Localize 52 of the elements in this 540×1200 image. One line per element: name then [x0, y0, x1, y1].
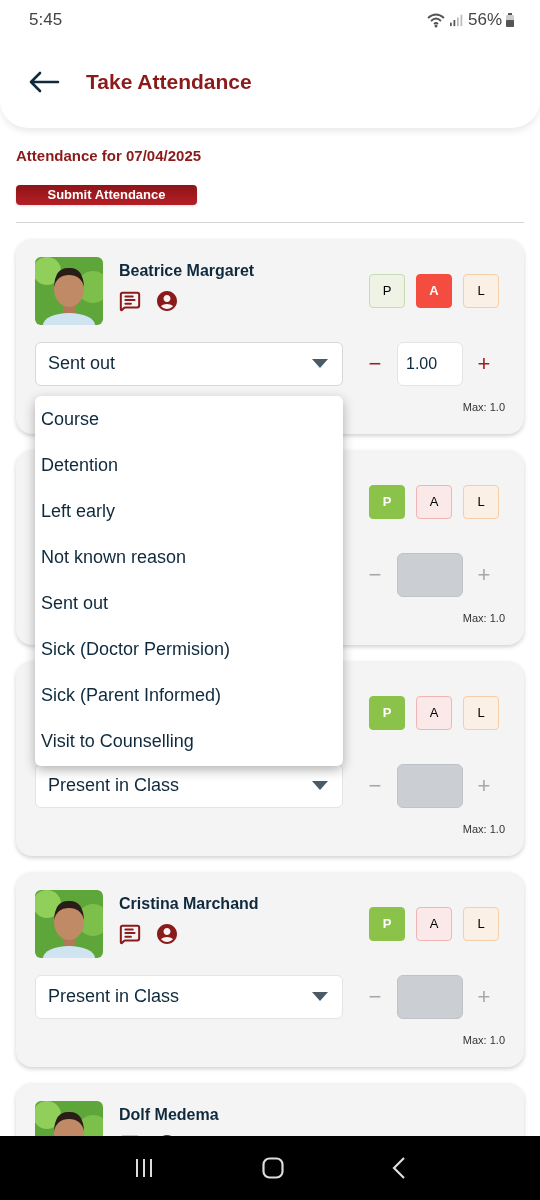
reason-option[interactable]: Detention: [35, 442, 343, 489]
reason-select[interactable]: Sent out: [35, 341, 343, 386]
amount-field[interactable]: [397, 763, 463, 808]
home-icon[interactable]: [262, 1157, 284, 1179]
attendance-mark-button[interactable]: L: [463, 695, 499, 730]
comment-icon[interactable]: [119, 289, 141, 312]
amount-field[interactable]: [397, 552, 463, 597]
attendance-date: Attendance for 07/04/2025: [16, 146, 203, 166]
reason-option[interactable]: Sent out: [35, 580, 343, 627]
recent-apps-icon[interactable]: [134, 1158, 154, 1178]
attendance-mark-button[interactable]: A: [416, 906, 452, 941]
reason-option[interactable]: Course: [35, 396, 343, 443]
attendance-mark-button[interactable]: A: [416, 484, 452, 519]
wifi-icon: [425, 12, 446, 28]
signal-icon: [449, 12, 464, 28]
attendance-mark-button[interactable]: P: [369, 273, 405, 308]
attendance-mark-button[interactable]: A: [416, 273, 452, 308]
submit-attendance-button[interactable]: Submit Attendance: [16, 185, 197, 205]
reason-select[interactable]: Present in Class: [35, 974, 343, 1019]
page-title: Take Attendance: [86, 69, 252, 96]
student-name: Cristina Marchand: [119, 893, 260, 914]
profile-icon[interactable]: [155, 921, 179, 946]
dropdown-caret-icon: [312, 780, 328, 791]
reason-option[interactable]: Visit to Counselling: [35, 718, 343, 765]
reason-option[interactable]: Sick (Parent Informed): [35, 672, 343, 719]
amount-field[interactable]: [397, 974, 463, 1019]
student-name: Beatrice Margaret: [119, 260, 256, 281]
max-label: Max: 1.0: [462, 821, 505, 836]
max-label: Max: 1.0: [462, 399, 505, 414]
battery-percent: 56%: [467, 9, 502, 32]
max-label: Max: 1.0: [462, 610, 505, 625]
decrease-button[interactable]: −: [365, 347, 385, 380]
status-time: 5:45: [29, 9, 63, 32]
back-arrow-icon[interactable]: [28, 70, 60, 94]
dropdown-caret-icon: [312, 358, 328, 369]
attendance-mark-button[interactable]: L: [463, 906, 499, 941]
profile-icon[interactable]: [155, 288, 179, 313]
amount-field[interactable]: 1.00: [397, 341, 463, 386]
reason-option[interactable]: Sick (Doctor Permision): [35, 626, 343, 673]
reason-select[interactable]: Present in Class: [35, 763, 343, 808]
increase-button[interactable]: +: [474, 347, 494, 380]
student-name: Dolf Medema: [119, 1104, 220, 1125]
attendance-mark-button[interactable]: A: [416, 695, 452, 730]
dropdown-caret-icon: [312, 991, 328, 1002]
battery-icon: [506, 13, 514, 27]
back-icon[interactable]: [392, 1157, 406, 1179]
reason-option[interactable]: Left early: [35, 488, 343, 535]
max-label: Max: 1.0: [462, 1032, 505, 1047]
reason-option[interactable]: Not known reason: [35, 534, 343, 581]
attendance-mark-button[interactable]: L: [463, 484, 499, 519]
comment-icon[interactable]: [119, 922, 141, 945]
attendance-mark-button[interactable]: L: [463, 273, 499, 308]
